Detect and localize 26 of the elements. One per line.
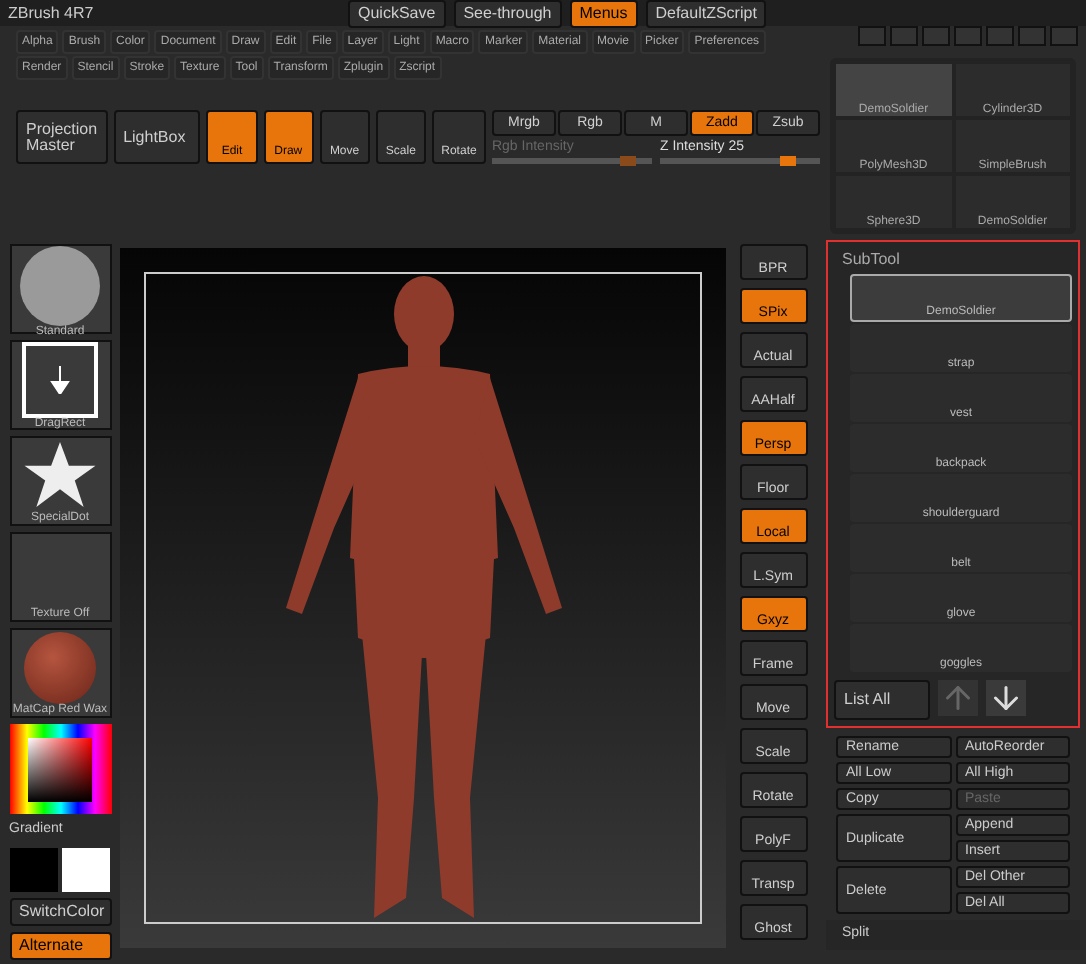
window-control-icon[interactable] (858, 26, 886, 46)
window-control-icon[interactable] (1050, 26, 1078, 46)
slider-thumb[interactable] (779, 156, 796, 166)
drag-rect-icon (22, 342, 98, 418)
subtool-title: SubTool (840, 248, 902, 272)
star-icon (24, 441, 96, 509)
secondary-color-swatch[interactable] (61, 847, 109, 891)
window-control-icon[interactable] (1018, 26, 1046, 46)
header-button[interactable]: See-through (453, 0, 562, 27)
header-button[interactable]: DefaultZScript (645, 0, 767, 27)
list-all-button[interactable]: List All (834, 680, 930, 720)
window-title: ZBrush 4R7 (8, 1, 96, 25)
header-button[interactable]: QuickSave (348, 0, 446, 27)
color-button[interactable]: Alternate (9, 931, 111, 959)
toolbar-button[interactable]: LightBox (113, 110, 201, 164)
header-button[interactable]: Menus (569, 0, 638, 27)
window-control-icon[interactable] (890, 26, 918, 46)
color-button[interactable]: SwitchColor (9, 897, 111, 925)
window-control-icon[interactable] (922, 26, 950, 46)
window-control-icon[interactable] (954, 26, 982, 46)
toolbar-button[interactable]: Projection Master (16, 110, 108, 164)
color-picker[interactable] (9, 724, 111, 814)
main-color-swatch[interactable] (9, 847, 57, 891)
sphere-brush-icon (20, 246, 100, 326)
move-down-icon[interactable] (986, 680, 1026, 716)
window-control-icon[interactable] (986, 26, 1014, 46)
